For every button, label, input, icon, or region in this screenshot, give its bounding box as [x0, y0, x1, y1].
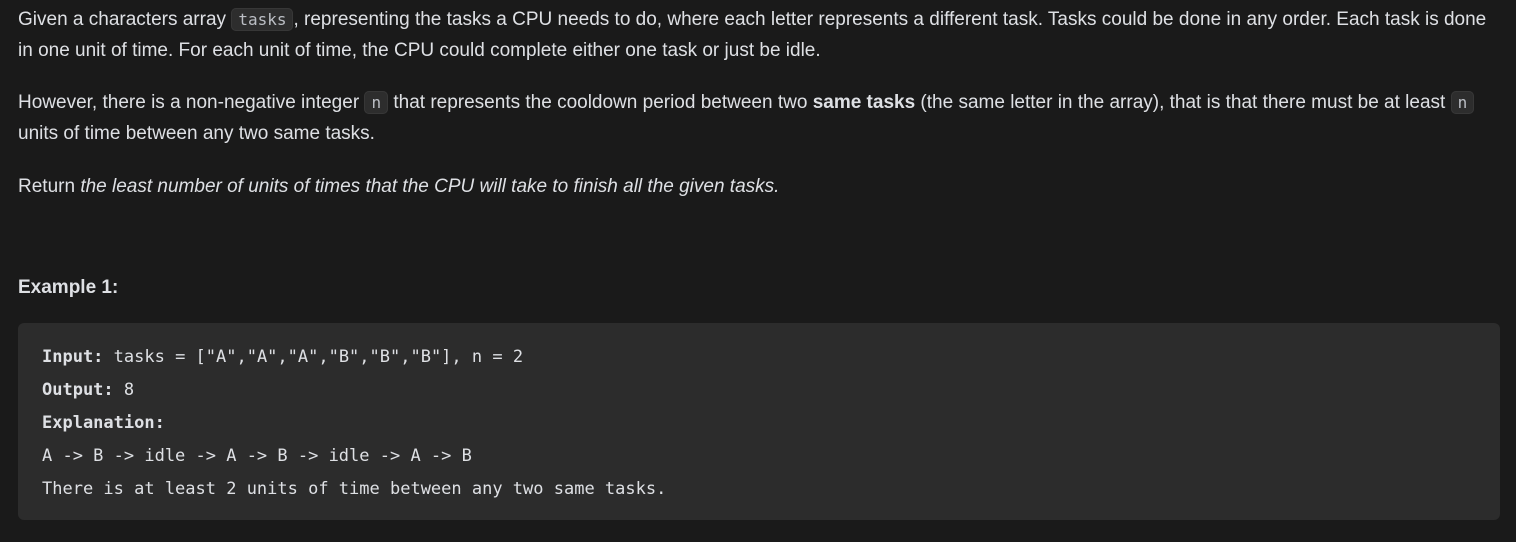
example-input-line: Input: tasks = ["A","A","A","B","B","B"]… [42, 341, 1476, 374]
output-value: 8 [113, 380, 135, 400]
explanation-line: A -> B -> idle -> A -> B -> idle -> A ->… [42, 446, 472, 466]
description-paragraph-1: Given a characters array tasks, represen… [18, 4, 1500, 66]
inline-code-n: n [364, 91, 389, 114]
italic-text-return: the least number of units of times that … [80, 176, 780, 197]
paragraph-text: (the same letter in the array), that is … [915, 92, 1451, 113]
input-label: Input: [42, 347, 104, 367]
paragraph-text: that represents the cooldown period betw… [388, 92, 813, 113]
explanation-line: There is at least 2 units of time betwee… [42, 479, 667, 499]
inline-code-n: n [1450, 91, 1475, 114]
paragraph-text: units of time between any two same tasks… [18, 123, 375, 144]
inline-code-tasks: tasks [231, 8, 294, 31]
input-value: tasks = ["A","A","A","B","B","B"], n = 2 [103, 347, 524, 367]
paragraph-text: Return [18, 176, 81, 197]
paragraph-text: However, there is a non-negative integer [18, 92, 365, 113]
paragraph-text: Given a characters array [18, 9, 232, 30]
example-explanation-label: Explanation: [42, 407, 1476, 440]
example-output-line: Output: 8 [42, 374, 1476, 407]
example-heading: Example 1: [18, 277, 119, 298]
explanation-label: Explanation: [42, 413, 165, 433]
description-paragraph-3: Return the least number of units of time… [18, 171, 1500, 202]
example-code-block: Input: tasks = ["A","A","A","B","B","B"]… [18, 323, 1500, 520]
bold-text-same-tasks: same tasks [812, 92, 916, 113]
output-label: Output: [42, 380, 114, 400]
description-paragraph-2: However, there is a non-negative integer… [18, 87, 1500, 149]
